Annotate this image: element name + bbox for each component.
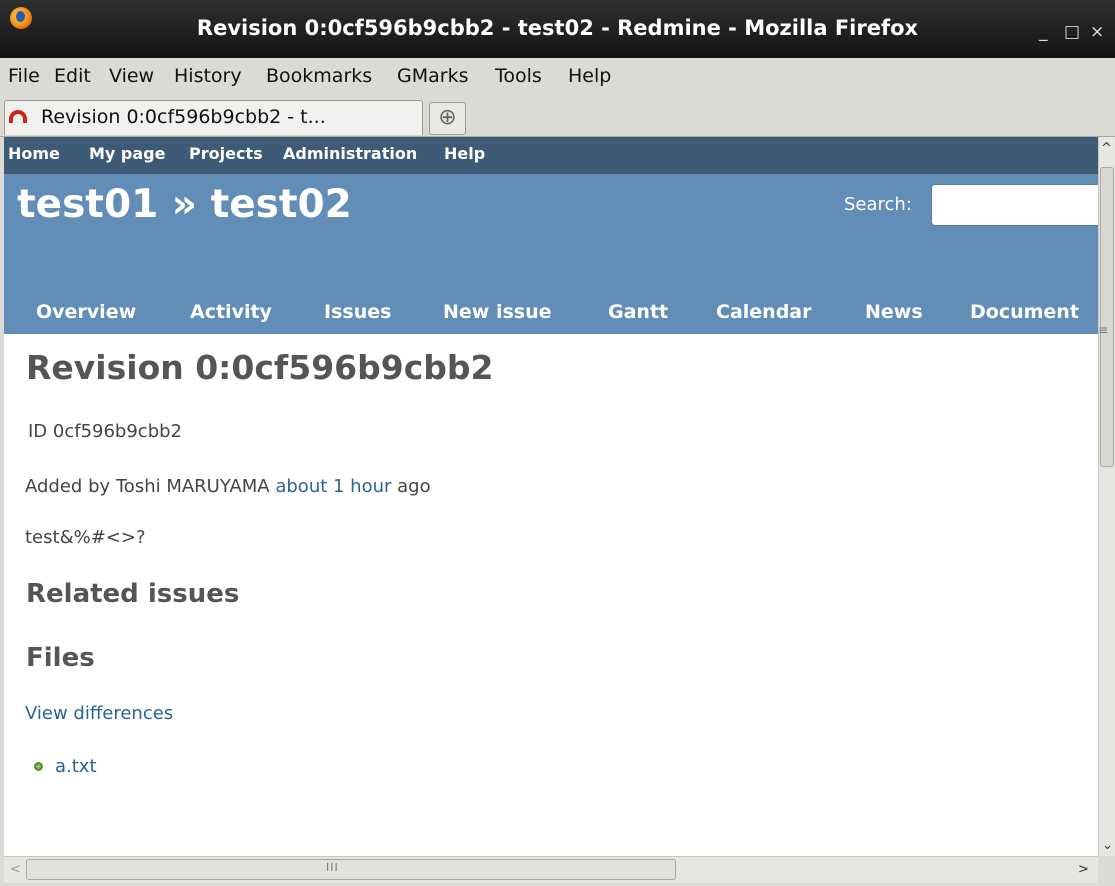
tab-news[interactable]: News [865, 301, 923, 323]
scroll-left-arrow-icon[interactable]: < [10, 862, 21, 877]
vertical-scroll-thumb[interactable] [1100, 167, 1114, 467]
commit-comment: test&%#<>? [25, 527, 146, 548]
added-by-line: Added by Toshi MARUYAMA about 1 hour ago [25, 476, 431, 497]
project-title[interactable]: test01 » test02 [17, 182, 352, 227]
tab-new-issue[interactable]: New issue [443, 301, 552, 323]
top-menu-home[interactable]: Home [8, 144, 60, 163]
tab-calendar[interactable]: Calendar [716, 301, 811, 323]
project-header: test01 » test02 Search: Overview Activit… [4, 174, 1098, 334]
page-viewport: Home My page Projects Administration Hel… [4, 137, 1098, 856]
scroll-up-arrow-icon[interactable]: ^ [1101, 141, 1112, 156]
tab-activity[interactable]: Activity [190, 301, 272, 323]
menu-view[interactable]: View [109, 65, 154, 87]
time-ago-link[interactable]: about 1 hour [275, 476, 391, 497]
view-differences-link[interactable]: View differences [25, 703, 173, 724]
menu-history[interactable]: History [174, 65, 242, 87]
top-menu-my-page[interactable]: My page [89, 144, 165, 163]
files-heading: Files [26, 643, 95, 673]
scroll-right-arrow-icon[interactable]: > [1078, 862, 1089, 877]
file-added-icon [34, 762, 43, 771]
tab-revision[interactable]: Revision 0:0cf596b9cbb2 - t... [4, 100, 423, 135]
new-tab-button[interactable]: ⊕ [429, 102, 466, 135]
tab-label: Revision 0:0cf596b9cbb2 - t... [41, 106, 326, 128]
file-link[interactable]: a.txt [55, 756, 97, 777]
tab-gantt[interactable]: Gantt [608, 301, 668, 323]
menu-edit[interactable]: Edit [54, 65, 91, 87]
menu-bookmarks[interactable]: Bookmarks [266, 65, 372, 87]
tab-issues[interactable]: Issues [324, 301, 391, 323]
scroll-grip-icon: ≡ [1098, 323, 1109, 337]
main-content: Revision 0:0cf596b9cbb2 ID 0cf596b9cbb2 … [4, 334, 1098, 856]
horizontal-scroll-thumb[interactable] [26, 859, 676, 880]
menu-tools[interactable]: Tools [495, 65, 542, 87]
vertical-scrollbar[interactable]: ^ ≡ ⌄ [1098, 137, 1115, 856]
search-input[interactable] [931, 184, 1098, 226]
top-menu-projects[interactable]: Projects [189, 144, 263, 163]
page-title: Revision 0:0cf596b9cbb2 [26, 348, 494, 387]
redmine-favicon-icon [9, 110, 27, 123]
window-title: Revision 0:0cf596b9cbb2 - test02 - Redmi… [196, 16, 919, 40]
added-by-text: Added by Toshi MARUYAMA [25, 476, 276, 497]
scroll-down-arrow-icon[interactable]: ⌄ [1102, 838, 1113, 853]
hscroll-grip-icon: III [326, 861, 339, 874]
menu-gmarks[interactable]: GMarks [397, 65, 468, 87]
top-menu-administration[interactable]: Administration [283, 144, 417, 163]
tab-documents[interactable]: Document [970, 301, 1079, 323]
top-menu: Home My page Projects Administration Hel… [4, 137, 1098, 174]
added-by-suffix: ago [391, 476, 431, 497]
menu-file[interactable]: File [8, 65, 40, 87]
scrollbar-corner [1098, 856, 1115, 882]
search-label: Search: [844, 194, 912, 215]
horizontal-scrollbar[interactable]: < III > [4, 856, 1098, 883]
revision-id: ID 0cf596b9cbb2 [28, 421, 183, 442]
related-issues-heading: Related issues [26, 579, 240, 609]
menu-bar: File Edit View History Bookmarks GMarks … [0, 60, 1115, 94]
tab-bar: Revision 0:0cf596b9cbb2 - t... ⊕ [0, 94, 1115, 137]
top-menu-help[interactable]: Help [444, 144, 485, 163]
tab-overview[interactable]: Overview [36, 301, 136, 323]
window-titlebar: Revision 0:0cf596b9cbb2 - test02 - Redmi… [0, 0, 1115, 58]
menu-help[interactable]: Help [568, 65, 611, 87]
